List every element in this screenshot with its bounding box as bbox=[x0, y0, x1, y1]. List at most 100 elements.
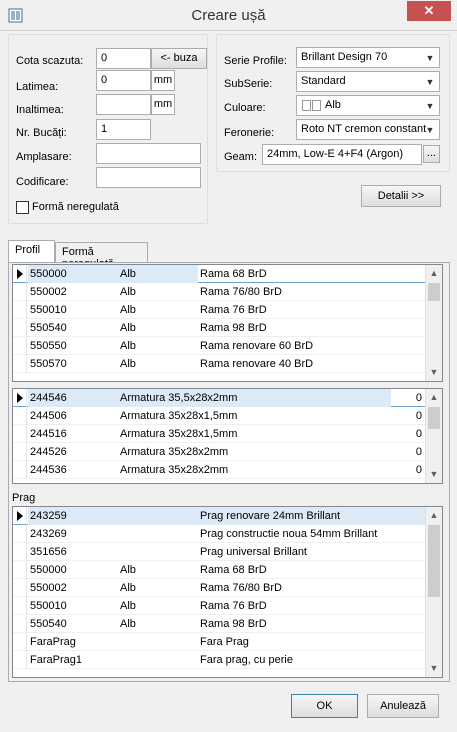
armatura-scrollbar[interactable]: ▲ ▼ bbox=[425, 389, 442, 483]
row-indicator[interactable] bbox=[13, 543, 27, 561]
cell-name: Rama renovare 60 BrD bbox=[200, 340, 314, 352]
latimea-input[interactable]: 0 bbox=[96, 70, 151, 91]
table-row[interactable]: 243269 Prag constructie noua 54mm Brillan… bbox=[13, 525, 426, 543]
window-title: Creare ușă bbox=[191, 7, 266, 24]
cell-name: Fara Prag bbox=[200, 636, 249, 648]
cell-code: 243259 bbox=[28, 507, 118, 525]
prag-scrollbar[interactable]: ▲ ▼ bbox=[425, 507, 442, 677]
tab-forma-neregulata[interactable]: Formă neregulată bbox=[55, 242, 148, 270]
table-row[interactable]: 550010 Alb Rama 76 BrD bbox=[13, 597, 426, 615]
feronerie-label: Feronerie: bbox=[224, 127, 275, 139]
row-indicator[interactable] bbox=[13, 633, 27, 651]
row-indicator[interactable] bbox=[13, 319, 27, 337]
table-row[interactable]: 244546 Armatura 35,5x28x2mm 0 bbox=[13, 389, 426, 407]
codificare-input[interactable] bbox=[96, 167, 201, 188]
cell-color: Alb bbox=[120, 286, 136, 298]
cell-qty: 0 bbox=[415, 464, 422, 476]
amplasare-input[interactable] bbox=[96, 143, 201, 164]
row-indicator[interactable] bbox=[13, 461, 27, 479]
scroll-down-icon[interactable]: ▼ bbox=[426, 466, 442, 483]
table-row[interactable]: 550002 Alb Rama 76/80 BrD bbox=[13, 283, 426, 301]
feronerie-select[interactable]: Roto NT cremon constant ▼ bbox=[296, 119, 440, 140]
cell-code: FaraPrag1 bbox=[30, 654, 82, 666]
row-indicator[interactable] bbox=[13, 615, 27, 633]
table-row[interactable]: 550010 Alb Rama 76 BrD bbox=[13, 301, 426, 319]
row-indicator[interactable] bbox=[13, 507, 27, 525]
cell-name: Rama 76/80 BrD bbox=[200, 286, 282, 298]
table-row[interactable]: 244516 Armatura 35x28x1,5mm 0 bbox=[13, 425, 426, 443]
table-row[interactable]: 244536 Armatura 35x28x2mm 0 bbox=[13, 461, 426, 479]
geam-browse-button[interactable]: ... bbox=[423, 145, 440, 163]
profil-grid[interactable]: 550000 Alb Rama 68 BrD 550002 Alb Rama 76/80 … bbox=[12, 264, 443, 382]
row-indicator[interactable] bbox=[13, 337, 27, 355]
scroll-up-icon[interactable]: ▲ bbox=[426, 507, 442, 524]
table-row[interactable]: 550550 Alb Rama renovare 60 BrD bbox=[13, 337, 426, 355]
buza-button[interactable]: <- buza bbox=[151, 48, 207, 69]
chevron-down-icon: ▼ bbox=[425, 77, 435, 87]
prag-grid[interactable]: 243259 Prag renovare 24mm Brillant 243269 P… bbox=[12, 506, 443, 678]
serie-select[interactable]: Brillant Design 70 ▼ bbox=[296, 47, 440, 68]
scroll-up-icon[interactable]: ▲ bbox=[426, 389, 442, 406]
cell-name: Rama 76 BrD bbox=[200, 304, 267, 316]
row-indicator[interactable] bbox=[13, 265, 27, 283]
scroll-down-icon[interactable]: ▼ bbox=[426, 660, 442, 677]
subserie-select[interactable]: Standard ▼ bbox=[296, 71, 440, 92]
row-indicator[interactable] bbox=[13, 425, 27, 443]
table-row[interactable]: 550000 Alb Rama 68 BrD bbox=[13, 561, 426, 579]
row-indicator[interactable] bbox=[13, 651, 27, 669]
table-row[interactable]: 550570 Alb Rama renovare 40 BrD bbox=[13, 355, 426, 373]
profil-scrollbar[interactable]: ▲ ▼ bbox=[425, 265, 442, 381]
cell-code: 550010 bbox=[30, 600, 67, 612]
scroll-thumb[interactable] bbox=[428, 283, 440, 301]
row-indicator[interactable] bbox=[13, 301, 27, 319]
scroll-up-icon[interactable]: ▲ bbox=[426, 265, 442, 282]
cell-code: 351656 bbox=[30, 546, 67, 558]
scroll-thumb[interactable] bbox=[428, 525, 440, 597]
row-indicator[interactable] bbox=[13, 355, 27, 373]
cell-code: 550540 bbox=[30, 322, 67, 334]
cell-code: 550002 bbox=[30, 582, 67, 594]
culoare-label: Culoare: bbox=[224, 102, 266, 114]
row-indicator[interactable] bbox=[13, 597, 27, 615]
table-row[interactable]: 243259 Prag renovare 24mm Brillant bbox=[13, 507, 426, 525]
table-row[interactable]: FaraPrag Fara Prag bbox=[13, 633, 426, 651]
cancel-button[interactable]: Anulează bbox=[367, 694, 439, 718]
ok-button[interactable]: OK bbox=[291, 694, 358, 718]
tab-profil[interactable]: Profil bbox=[8, 240, 55, 263]
row-indicator[interactable] bbox=[13, 283, 27, 301]
table-row[interactable]: 351656 Prag universal Brillant bbox=[13, 543, 426, 561]
row-indicator[interactable] bbox=[13, 525, 27, 543]
table-row[interactable]: 550002 Alb Rama 76/80 BrD bbox=[13, 579, 426, 597]
table-row[interactable]: 550540 Alb Rama 98 BrD bbox=[13, 615, 426, 633]
cota-input[interactable]: 0 bbox=[96, 48, 151, 69]
row-indicator[interactable] bbox=[13, 389, 27, 407]
row-indicator[interactable] bbox=[13, 443, 27, 461]
detalii-button[interactable]: Detalii >> bbox=[361, 185, 441, 207]
forma-neregulata-checkbox[interactable] bbox=[16, 201, 29, 214]
row-indicator[interactable] bbox=[13, 579, 27, 597]
row-indicator[interactable] bbox=[13, 561, 27, 579]
geam-input[interactable]: 24mm, Low-E 4+F4 (Argon) bbox=[262, 144, 422, 165]
row-indicator[interactable] bbox=[13, 407, 27, 425]
table-row[interactable]: 244526 Armatura 35x28x2mm 0 bbox=[13, 443, 426, 461]
chevron-down-icon: ▼ bbox=[425, 101, 435, 111]
armatura-grid[interactable]: 244546 Armatura 35,5x28x2mm 0 244506 Armatur… bbox=[12, 388, 443, 484]
cell-color: Alb bbox=[120, 304, 136, 316]
cell-color: Alb bbox=[120, 600, 136, 612]
cell-color bbox=[118, 507, 198, 525]
close-button[interactable]: ✕ bbox=[407, 1, 451, 21]
table-row[interactable]: 550540 Alb Rama 98 BrD bbox=[13, 319, 426, 337]
table-row[interactable]: 244506 Armatura 35x28x1,5mm 0 bbox=[13, 407, 426, 425]
scroll-thumb[interactable] bbox=[428, 407, 440, 429]
cell-code: 550010 bbox=[30, 304, 67, 316]
feronerie-value: Roto NT cremon constant bbox=[301, 123, 427, 135]
geam-label: Geam: bbox=[224, 151, 258, 163]
table-row[interactable]: 550000 Alb Rama 68 BrD bbox=[13, 265, 426, 283]
culoare-select[interactable]: Alb ▼ bbox=[296, 95, 440, 116]
nr-bucati-input[interactable]: 1 bbox=[96, 119, 151, 140]
inaltimea-input[interactable] bbox=[96, 94, 151, 115]
table-row[interactable]: FaraPrag1 Fara prag, cu perie bbox=[13, 651, 426, 669]
scroll-down-icon[interactable]: ▼ bbox=[426, 364, 442, 381]
codificare-label: Codificare: bbox=[16, 176, 69, 188]
cell-code: 244516 bbox=[30, 428, 67, 440]
